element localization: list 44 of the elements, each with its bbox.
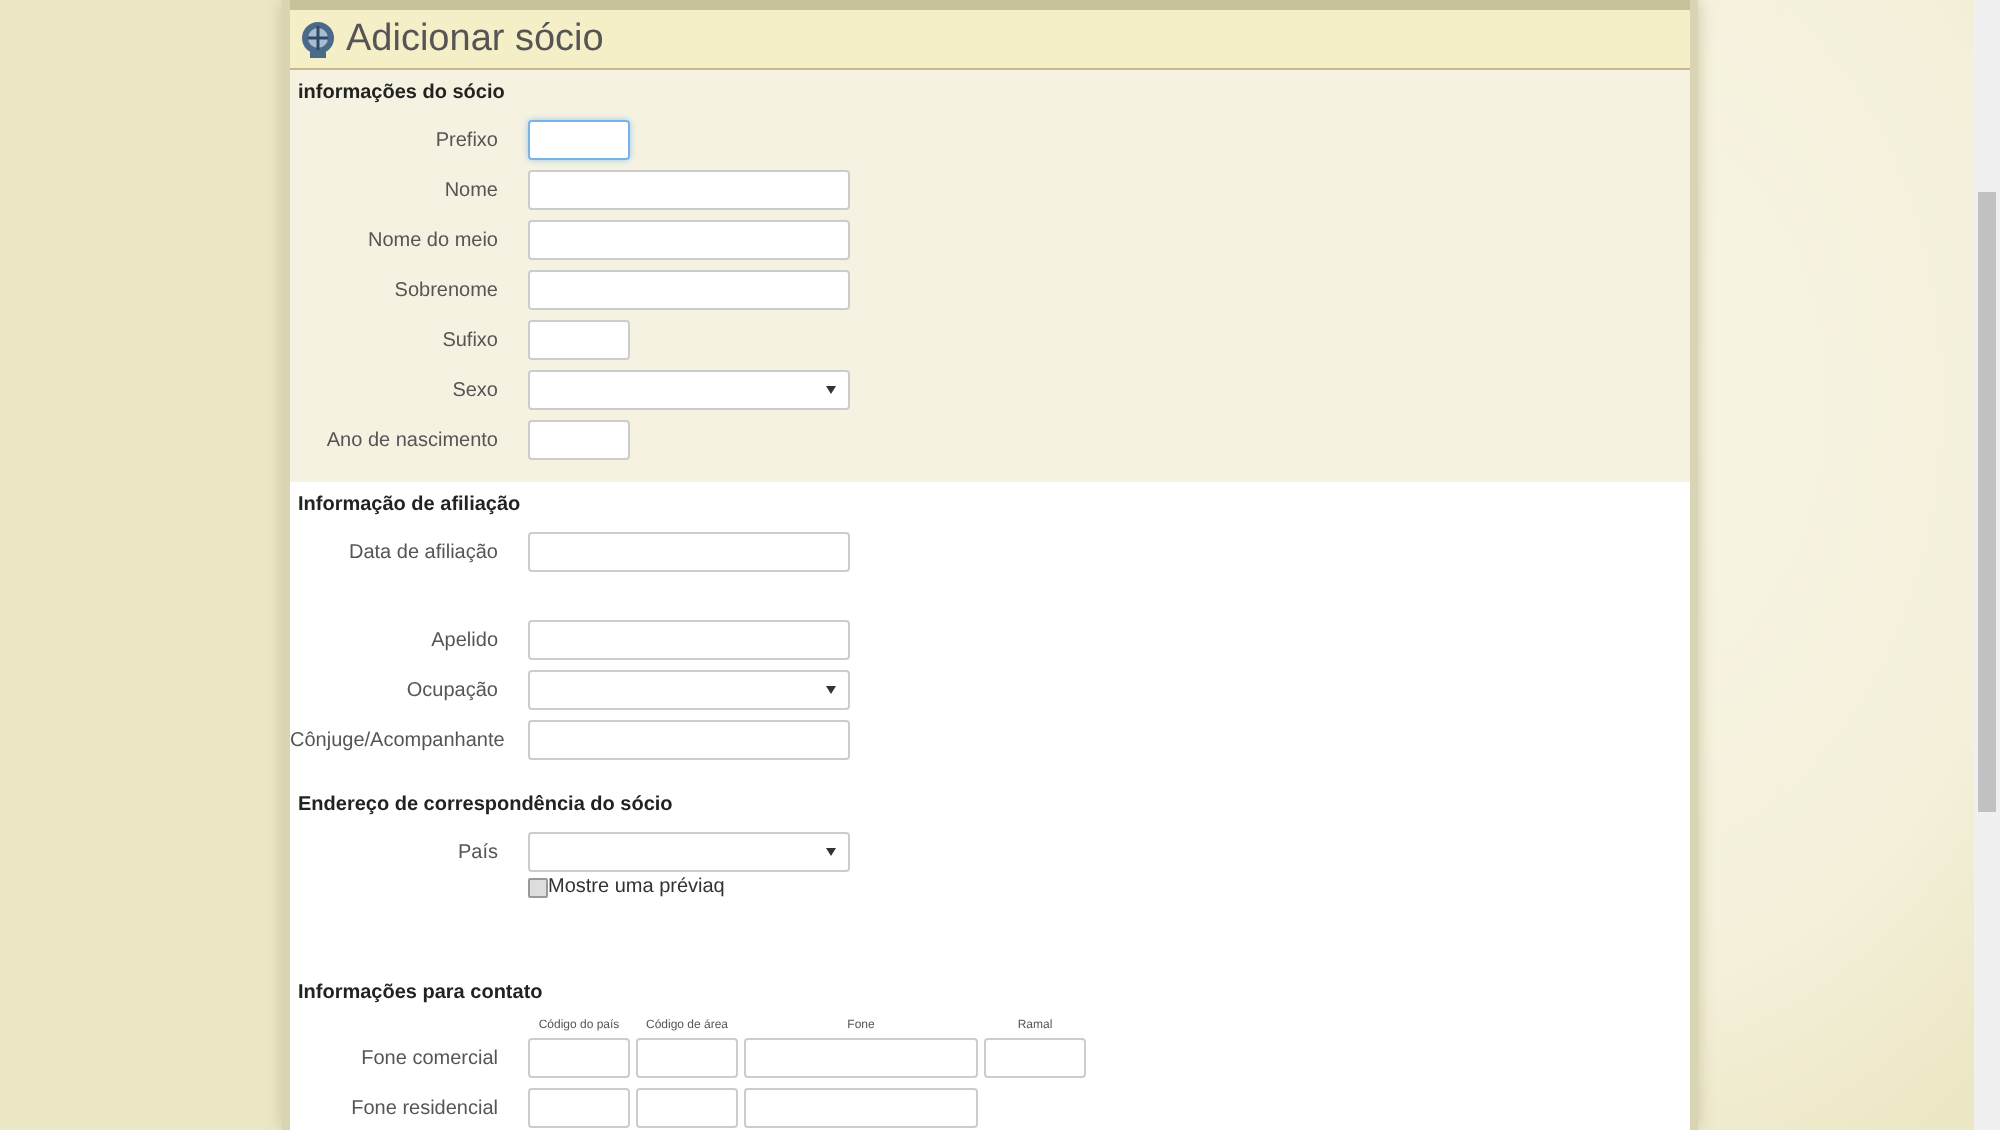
input-field[interactable] [528,270,850,310]
caret-icon [826,386,836,394]
input-field[interactable] [636,1038,738,1078]
input-field[interactable] [528,1038,630,1078]
input-field[interactable] [528,120,630,160]
checkbox[interactable] [528,877,548,897]
input-field[interactable] [528,170,850,210]
field-label: Ano de nascimento [324,429,498,451]
section-heading: informações do sócio [296,82,507,104]
section-heading: Informação de afiliação [296,494,523,516]
input-field[interactable] [984,1038,1086,1078]
dropdown[interactable] [528,832,850,872]
caret-icon [826,686,836,694]
field-label: Sobrenome [392,279,498,301]
input-field[interactable] [744,1088,978,1128]
input-field[interactable] [528,220,850,260]
scrollbar-thumb[interactable] [1978,192,1996,812]
field-label: Ocupação [404,679,498,701]
input-field[interactable] [528,532,850,572]
dropdown[interactable] [528,370,850,410]
dropdown[interactable] [528,670,850,710]
input-field[interactable] [528,1088,630,1128]
field-label: Nome [442,179,498,201]
input-field[interactable] [744,1038,978,1078]
section-heading: Endereço de correspondência do sócio [296,794,675,816]
field-label: Apelido [429,629,498,651]
field-label: Prefixo [433,129,498,151]
input-field[interactable] [636,1088,738,1128]
field-label: Fone comercial [359,1047,498,1069]
caret-icon [826,848,836,856]
input-field[interactable] [528,320,630,360]
field-label: País [455,841,498,863]
field-label: Fone residencial [349,1097,498,1119]
field-label: Data de afiliação [347,541,498,563]
section-heading: Informações para contato [296,982,545,1004]
input-field[interactable] [528,620,850,660]
page-title: Adicionar sócio [346,17,604,61]
field-label: Sufixo [440,329,498,351]
checkbox-label: Mostre uma préviaq [548,876,725,898]
emblem-icon [298,19,338,59]
field-label: Nome do meio [365,229,498,251]
field-label: Sexo [450,379,498,401]
input-field[interactable] [528,420,630,460]
input-field[interactable] [528,720,850,760]
